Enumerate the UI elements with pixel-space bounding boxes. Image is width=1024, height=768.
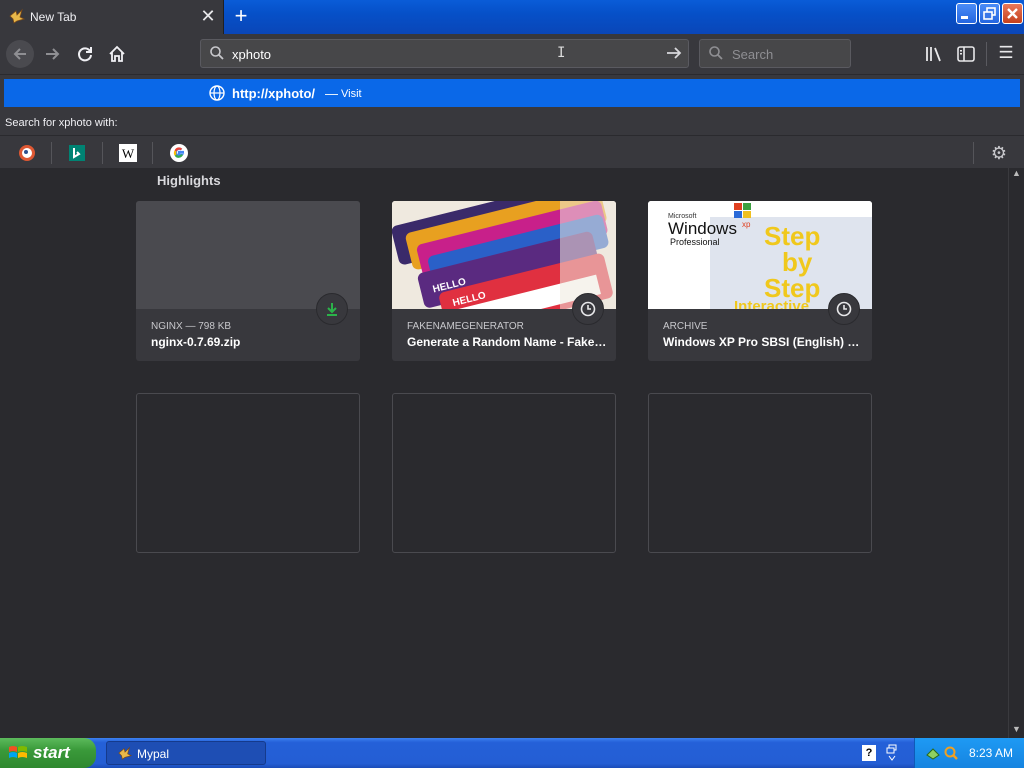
mypal-app-icon <box>118 746 133 760</box>
result-url: http://xphoto/ <box>232 86 316 101</box>
search-icon <box>210 46 224 60</box>
tab-title: New Tab <box>30 10 77 24</box>
scroll-down-arrow-icon[interactable]: ▼ <box>1012 724 1021 734</box>
search-engine-row: W ⚙ <box>0 135 1024 168</box>
url-input[interactable]: xphoto <box>232 47 271 62</box>
search-tray-icon[interactable] <box>943 745 959 761</box>
restore-icon <box>983 7 996 20</box>
mypal-favicon-icon <box>9 8 26 24</box>
back-button[interactable] <box>6 40 34 68</box>
restore-button[interactable] <box>979 3 1000 24</box>
close-icon <box>1007 8 1018 19</box>
reload-button[interactable] <box>71 40 99 68</box>
new-tab-page: Highlights NGINX — 798 KB nginx-0.7.69.z… <box>0 168 1008 738</box>
help-icon[interactable]: ? <box>862 745 876 761</box>
taskbar: start Mypal ? 8:23 AM <box>0 738 1024 768</box>
google-icon[interactable] <box>169 143 189 163</box>
svg-text:W: W <box>122 146 135 161</box>
windows-text: Windows <box>668 219 737 238</box>
toolbar-separator <box>986 42 987 66</box>
home-icon <box>109 45 125 62</box>
card-title: nginx-0.7.69.zip <box>151 335 241 349</box>
professional-text: Professional <box>670 237 720 247</box>
go-arrow-icon[interactable] <box>664 43 684 63</box>
globe-icon <box>209 85 225 101</box>
autocomplete-result-visit[interactable]: http://xphoto/ — Visit <box>4 79 1020 107</box>
highlight-card[interactable]: HELLO HELLO my name is FAKENAMEGENERATOR… <box>392 201 616 361</box>
search-placeholder: Search <box>732 47 774 62</box>
clock-icon <box>828 293 860 325</box>
search-bar[interactable]: Search <box>699 39 851 68</box>
vertical-scrollbar[interactable]: ▲ ▼ <box>1008 168 1024 738</box>
empty-highlight-slot <box>136 393 360 553</box>
close-window-button[interactable] <box>1002 3 1023 24</box>
gear-icon[interactable]: ⚙ <box>988 142 1010 164</box>
empty-highlight-slot <box>648 393 872 553</box>
duckduckgo-icon[interactable] <box>17 143 37 163</box>
home-button[interactable] <box>103 40 131 68</box>
start-button[interactable]: start <box>0 738 96 768</box>
minimize-button[interactable] <box>956 3 977 24</box>
text-cursor-icon: I <box>557 45 566 61</box>
engine-separator <box>152 142 153 164</box>
taskbar-item-mypal[interactable]: Mypal <box>106 741 266 765</box>
empty-highlight-slot <box>392 393 616 553</box>
bing-icon[interactable] <box>67 143 87 163</box>
result-action-label: Visit <box>341 88 362 100</box>
tab-new-tab[interactable]: New Tab ✕ <box>0 0 224 34</box>
system-tray: 8:23 AM <box>914 738 1024 768</box>
arrow-left-icon <box>13 48 26 60</box>
card-title: Windows XP Pro SBSI (English) : Microsof… <box>663 335 863 349</box>
highlight-card[interactable]: Microsoft Windows xp Professional Step b… <box>648 201 872 361</box>
search-with-label: Search for xphoto with: <box>5 117 118 129</box>
wikipedia-icon[interactable]: W <box>118 143 138 163</box>
arrow-right-icon <box>46 48 60 60</box>
sidebar-icon[interactable] <box>954 43 978 65</box>
interactive-text: Interactive <box>734 298 809 309</box>
card-context: NGINX — 798 KB <box>151 321 232 332</box>
clock-icon <box>572 293 604 325</box>
windows-logo-icon <box>9 746 27 758</box>
result-dash: — <box>325 86 338 101</box>
library-icon[interactable] <box>922 43 946 65</box>
scroll-up-arrow-icon[interactable]: ▲ <box>1012 168 1021 178</box>
url-autocomplete-popup: http://xphoto/ — Visit Search for xphoto… <box>0 74 1024 168</box>
taskbar-item-label: Mypal <box>137 747 170 761</box>
network-icon[interactable] <box>925 745 941 761</box>
start-label: start <box>33 743 70 762</box>
window-titlebar: New Tab ✕ + <box>0 0 1024 34</box>
download-icon <box>316 293 348 325</box>
minimize-icon <box>961 16 968 19</box>
card-title: Generate a Random Name - Fake Name Gener… <box>407 335 607 349</box>
engine-separator <box>102 142 103 164</box>
navigation-toolbar: xphoto I Search ☰ <box>0 34 1024 74</box>
section-title-highlights: Highlights <box>157 173 221 188</box>
xp-text: xp <box>742 220 751 229</box>
forward-button[interactable] <box>39 40 67 68</box>
url-bar[interactable]: xphoto I <box>200 39 689 68</box>
clock: 8:23 AM <box>969 746 1014 760</box>
engine-separator <box>973 142 974 164</box>
new-tab-button[interactable]: + <box>228 4 254 30</box>
card-context: FAKENAMEGENERATOR <box>407 321 524 332</box>
highlight-card[interactable]: NGINX — 798 KB nginx-0.7.69.zip <box>136 201 360 361</box>
language-bar-restore-icon[interactable] <box>885 743 899 763</box>
card-context: ARCHIVE <box>663 321 708 332</box>
engine-separator <box>51 142 52 164</box>
hamburger-menu-icon[interactable]: ☰ <box>994 43 1018 65</box>
tab-close-icon[interactable]: ✕ <box>198 5 218 27</box>
search-icon <box>709 46 723 60</box>
reload-icon <box>78 47 92 62</box>
